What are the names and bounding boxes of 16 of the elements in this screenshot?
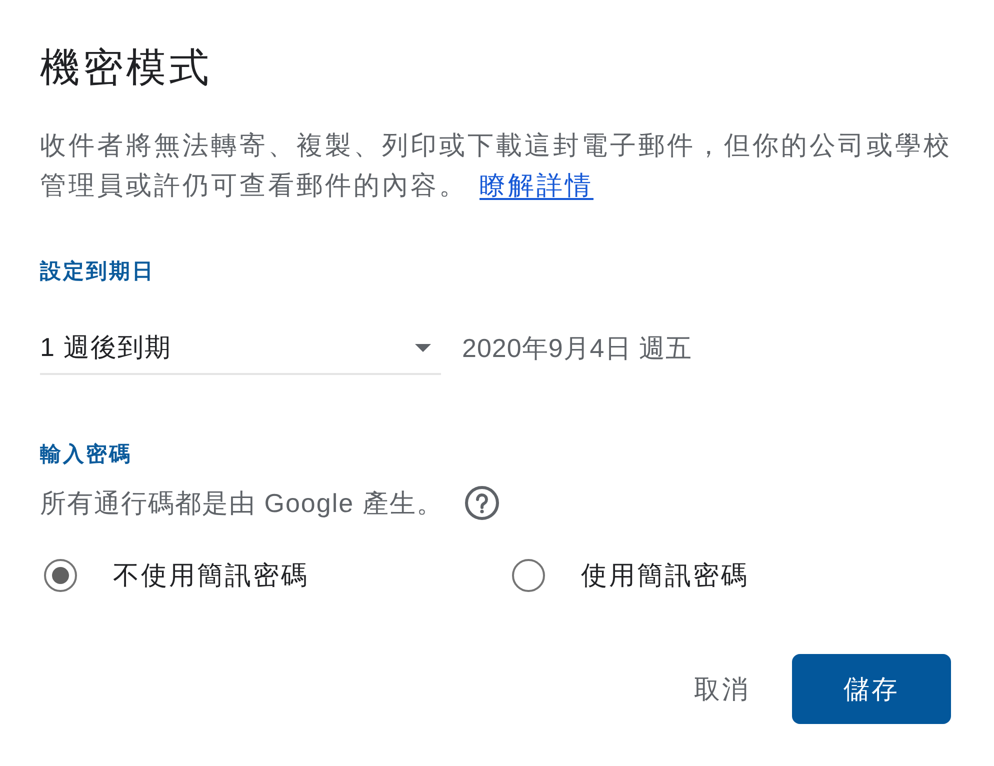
radio-button[interactable] — [44, 558, 77, 592]
radio-button[interactable] — [512, 558, 545, 592]
radio-label[interactable]: 不使用簡訊密碼 — [113, 555, 309, 595]
passcode-note: 所有通行碼都是由 Google 產生。 — [40, 487, 444, 520]
cancel-button[interactable]: 取消 — [662, 654, 782, 724]
passcode-heading: 輸入密碼 — [40, 442, 132, 468]
save-button[interactable]: 儲存 — [792, 654, 951, 724]
dialog-description: 收件者將無法轉寄、複製、列印或下載這封電子郵件，但你的公司或學校管理員或許仍可查看郵件的內容。 瞭解詳情 — [40, 129, 953, 202]
learn-more-link[interactable]: 瞭解詳情 — [480, 170, 594, 200]
dialog-title: 機密模式 — [40, 45, 212, 92]
radio-label[interactable]: 使用簡訊密碼 — [581, 555, 749, 595]
help-icon[interactable] — [465, 486, 500, 520]
expiry-heading: 設定到期日 — [40, 258, 155, 285]
expiry-select[interactable]: 1 週後到期 — [40, 322, 441, 375]
expiry-date: 2020年9月4日 週五 — [462, 332, 692, 365]
caret-icon — [415, 344, 431, 352]
